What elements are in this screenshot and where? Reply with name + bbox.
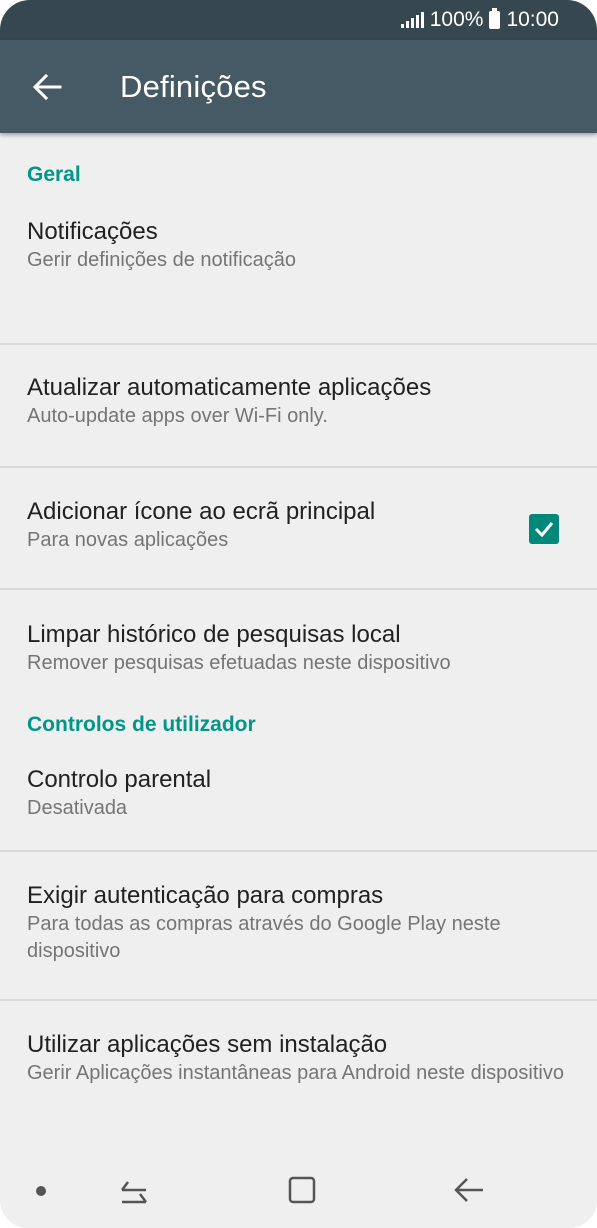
back-arrow-icon[interactable]: [32, 72, 62, 102]
app-bar: Definições: [0, 40, 597, 133]
page-title: Definições: [120, 68, 267, 104]
settings-list: Geral Notificações Gerir definições de n…: [0, 133, 597, 1131]
setting-title: Limpar histórico de pesquisas local: [27, 621, 401, 648]
setting-subtitle: Desativada: [27, 797, 128, 819]
setting-title: Notificações: [27, 218, 158, 245]
setting-subtitle: Gerir definições de notificação: [27, 249, 297, 271]
checkbox-checked-icon[interactable]: [529, 514, 559, 544]
setting-require-auth[interactable]: Exigir autenticação para compras Para to…: [0, 852, 597, 1001]
setting-title: Exigir autenticação para compras: [27, 882, 384, 909]
setting-notificacoes[interactable]: Notificações Gerir definições de notific…: [0, 187, 597, 345]
setting-subtitle: Auto-update apps over Wi-Fi only.: [27, 405, 328, 427]
setting-title: Atualizar automaticamente aplicações: [27, 374, 432, 401]
setting-clear-history[interactable]: Limpar histórico de pesquisas local Remo…: [0, 590, 597, 691]
setting-subtitle: Remover pesquisas efetuadas neste dispos…: [27, 652, 451, 674]
setting-auto-update[interactable]: Atualizar automaticamente aplicações Aut…: [0, 345, 597, 468]
navigation-bar: [0, 1156, 597, 1228]
battery-icon: [489, 8, 501, 29]
setting-subtitle: Para novas aplicações: [27, 529, 229, 551]
section-header-geral: Geral: [27, 163, 81, 186]
setting-subtitle: Para todas as compras através do Google …: [27, 913, 501, 962]
phone-screen: 100% 10:00 Definições Geral Notificações…: [0, 0, 597, 1228]
setting-add-icon[interactable]: Adicionar ícone ao ecrã principal Para n…: [0, 468, 597, 590]
setting-title: Utilizar aplicações sem instalação: [27, 1031, 388, 1058]
signal-icon: [400, 12, 424, 28]
recent-apps-icon[interactable]: [118, 1176, 150, 1213]
section-header-controlos: Controlos de utilizador: [27, 713, 256, 736]
nav-dot-icon: [36, 1186, 46, 1196]
setting-subtitle: Gerir Aplicações instantâneas para Andro…: [27, 1062, 564, 1084]
setting-title: Adicionar ícone ao ecrã principal: [27, 498, 376, 525]
home-icon[interactable]: [287, 1175, 317, 1210]
nav-back-icon[interactable]: [453, 1175, 485, 1210]
setting-instant-apps[interactable]: Utilizar aplicações sem instalação Gerir…: [0, 1001, 597, 1131]
status-bar: 100% 10:00: [0, 0, 597, 40]
setting-parental-control[interactable]: Controlo parental Desativada: [0, 737, 597, 852]
clock: 10:00: [506, 8, 559, 31]
setting-title: Controlo parental: [27, 766, 212, 793]
battery-percentage: 100%: [429, 8, 484, 31]
